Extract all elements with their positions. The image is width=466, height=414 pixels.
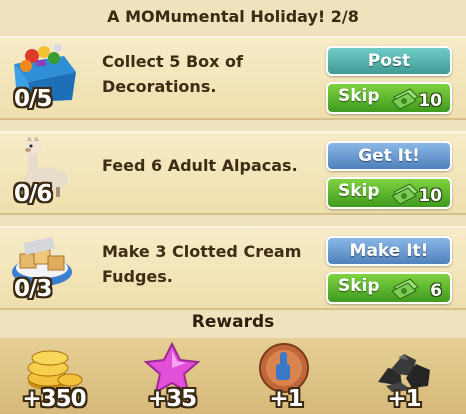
task-description: Make 3 Clotted Cream Fudges.	[102, 242, 302, 286]
skip-button[interactable]: Skip 10	[326, 177, 452, 209]
task-row-3: 0/3 Make 3 Clotted Cream Fudges. Make It…	[0, 226, 466, 310]
reward-xp: +35	[122, 338, 222, 414]
task-progress: 0/3	[14, 276, 52, 302]
get-it-button[interactable]: Get It!	[326, 141, 452, 171]
reward-medal: +1	[236, 338, 336, 414]
skip-button[interactable]: Skip 10	[326, 82, 452, 114]
task-progress: 0/5	[14, 86, 52, 112]
reward-amount: +350	[22, 386, 86, 412]
farm-cash-icon	[391, 88, 419, 110]
reward-amount: +1	[269, 386, 303, 412]
task-description: Feed 6 Adult Alpacas.	[102, 156, 298, 175]
task-row-2: 0/6 Feed 6 Adult Alpacas. Get It! Skip 1…	[0, 131, 466, 215]
rewards-heading: Rewards	[191, 312, 275, 332]
skip-cost: 6	[430, 281, 442, 301]
skip-label: Skip	[338, 86, 380, 106]
skip-cost: 10	[418, 186, 442, 206]
rewards-bar: +350 +35 +1 +1	[0, 338, 466, 414]
skip-cost: 10	[418, 91, 442, 111]
skip-button[interactable]: Skip 6	[326, 272, 452, 304]
reward-coins: +350	[4, 338, 104, 414]
post-button[interactable]: Post	[326, 46, 452, 76]
reward-amount: +35	[147, 386, 197, 412]
reward-amount: +1	[387, 386, 421, 412]
farm-cash-icon	[391, 183, 419, 205]
skip-label: Skip	[338, 276, 380, 296]
task-row-1: 0/5 Collect 5 Box of Decorations. Post S…	[0, 36, 466, 120]
reward-coal: +1	[354, 338, 454, 414]
skip-label: Skip	[338, 181, 380, 201]
task-progress: 0/6	[14, 181, 52, 207]
make-it-button[interactable]: Make It!	[326, 236, 452, 266]
farm-cash-icon	[391, 278, 419, 300]
task-description: Collect 5 Box of Decorations.	[102, 52, 243, 96]
quest-title: A MOMumental Holiday! 2/8	[107, 7, 359, 26]
